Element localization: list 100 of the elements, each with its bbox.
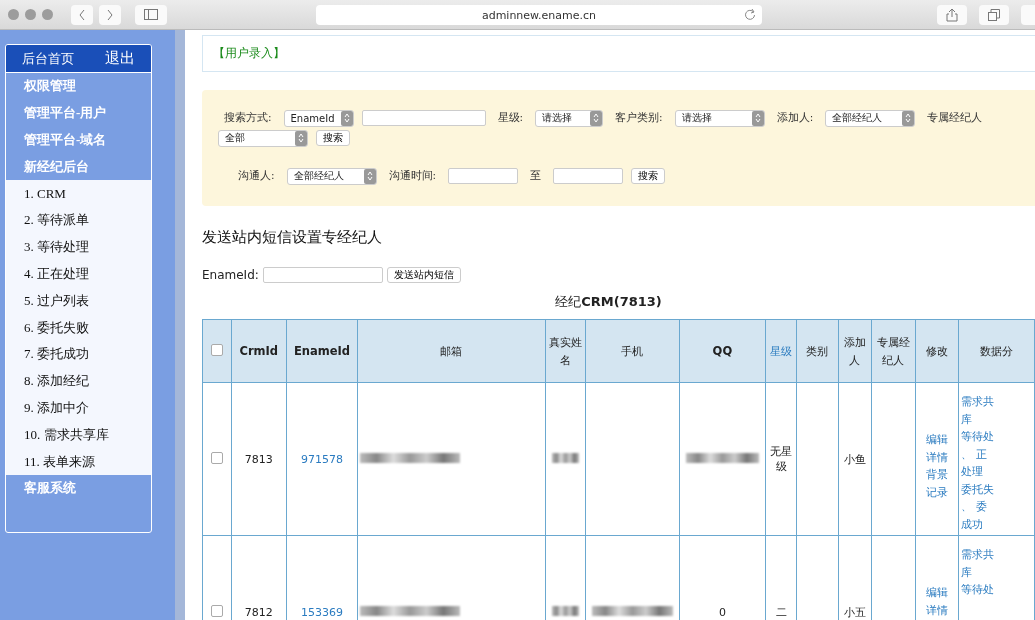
action-link[interactable]: 背景 [918, 466, 957, 484]
column-header: CrmId [239, 344, 279, 358]
column-header: 专属经纪人 [876, 336, 910, 366]
redacted-text [551, 605, 579, 616]
sidebar-item[interactable]: 3. 等待处理 [6, 233, 151, 261]
sidebar-item[interactable]: 8. 添加经纪 [6, 367, 151, 395]
updown-arrows-icon [902, 110, 915, 126]
sidebar-item[interactable]: 7. 委托成功 [6, 340, 151, 368]
row-checkbox[interactable] [210, 604, 223, 617]
sidebar-item[interactable]: 1. CRM [6, 180, 151, 207]
table-cell: 7812 [244, 605, 273, 619]
back-button[interactable] [71, 4, 93, 25]
action-link[interactable]: 处理 [961, 463, 1032, 481]
sidebar-item[interactable]: 管理平台-用户 [6, 99, 151, 127]
sidebar-item[interactable]: 管理平台-域名 [6, 126, 151, 154]
input-field[interactable] [262, 267, 383, 283]
updown-arrows-icon [295, 130, 307, 146]
column-header: 真实姓名 [548, 336, 582, 366]
field-label: 专属经纪人 [927, 111, 983, 125]
tabs-icon[interactable] [979, 5, 1009, 25]
sidebar-item[interactable]: 6. 委托失败 [6, 314, 151, 341]
action-link[interactable]: 需求共 [961, 546, 1032, 564]
updown-arrows-icon [751, 110, 764, 126]
table-cell: 小鱼 [843, 452, 866, 466]
sidebar-item[interactable]: 9. 添加中介 [6, 394, 151, 422]
close-icon[interactable] [8, 9, 19, 20]
field-label: 搜索方式: [224, 111, 272, 125]
table-cell: 无星级 [770, 445, 793, 473]
breadcrumb: 【用户录入】 [213, 45, 285, 62]
action-link[interactable]: 需求共 [961, 393, 1032, 411]
table-title: 经纪CRM(7813) [555, 294, 662, 309]
section-title: 发送站内短信设置专经纪人 [202, 228, 383, 247]
updown-arrows-icon [363, 168, 376, 184]
column-header: 添加人 [843, 336, 866, 366]
redacted-text [551, 452, 579, 463]
action-link[interactable]: 编辑 [918, 431, 957, 449]
action-link[interactable]: 详情 [918, 601, 957, 619]
search-button[interactable]: 搜索 [316, 130, 350, 146]
select-all-checkbox[interactable] [210, 344, 223, 356]
search-button[interactable]: 搜索 [631, 168, 666, 184]
dropdown[interactable]: 全部经纪人 [825, 109, 916, 127]
sidebar-item[interactable]: 新经纪后台 [6, 153, 151, 181]
row-checkbox[interactable] [210, 451, 223, 464]
action-link[interactable]: 库 [961, 563, 1032, 581]
field-label: 至 [530, 169, 542, 183]
table-cell: 0 [718, 605, 726, 619]
sidebar-item[interactable]: 10. 需求共享库 [6, 421, 151, 449]
dropdown[interactable]: 全部经纪人 [286, 167, 377, 185]
field-label: EnameId: [202, 268, 259, 282]
table-cell: 7813 [244, 452, 273, 466]
sidebar-item[interactable]: 4. 正在处理 [6, 260, 151, 288]
action-link[interactable]: 等待处 [961, 581, 1032, 599]
sidebar-toggle-icon[interactable] [135, 4, 167, 25]
sidebar-item[interactable]: 11. 表单来源 [6, 448, 151, 475]
sidebar-item[interactable]: 5. 过户列表 [6, 287, 151, 315]
input-field[interactable] [448, 168, 519, 184]
maximize-icon[interactable] [42, 9, 53, 20]
sidebar-header-link[interactable]: 退出 [105, 49, 136, 68]
address-bar[interactable]: adminnew.ename.cn [481, 8, 597, 22]
reload-icon[interactable] [744, 8, 756, 21]
input-field[interactable] [361, 110, 486, 126]
share-icon[interactable] [937, 5, 967, 25]
column-header: 修改 [926, 345, 949, 357]
column-header: QQ [712, 344, 733, 358]
field-label: 沟通人: [238, 169, 275, 183]
action-link[interactable]: 库 [961, 410, 1032, 428]
dropdown[interactable]: EnameId [283, 109, 354, 127]
updown-arrows-icon [340, 110, 353, 126]
field-label: 添加人: [776, 111, 814, 125]
column-header: 手机 [621, 345, 644, 357]
minimize-icon[interactable] [25, 9, 36, 20]
sidebar-item[interactable]: 权限管理 [6, 73, 151, 100]
action-link[interactable]: 详情 [918, 448, 957, 466]
forward-button[interactable] [99, 4, 121, 25]
updown-arrows-icon [590, 110, 603, 126]
table-cell: 小五 [843, 605, 866, 619]
action-link[interactable]: 、 委 [961, 498, 1032, 516]
action-link[interactable]: 编辑 [918, 584, 957, 602]
sidebar-item[interactable]: 客服系统 [6, 474, 151, 502]
dropdown[interactable]: 请选择 [674, 109, 765, 127]
sidebar-header-link[interactable]: 后台首页 [21, 49, 74, 68]
dropdown[interactable]: 全部 [218, 129, 308, 147]
action-link[interactable]: 等待处 [961, 428, 1032, 446]
action-link[interactable]: 记录 [918, 483, 957, 501]
enameid-link[interactable]: 153369 [301, 605, 344, 619]
dropdown[interactable]: 请选择 [535, 109, 604, 127]
sidebar-item[interactable]: 2. 等待派单 [6, 207, 151, 234]
action-link[interactable]: 成功 [961, 515, 1032, 533]
column-header: 邮箱 [440, 345, 463, 357]
send-button[interactable]: 发送站内短信 [386, 267, 461, 283]
chevron-left-icon [78, 8, 86, 21]
field-label: 沟通时间: [388, 169, 437, 183]
table-cell: 二 [775, 605, 787, 619]
column-header: 类别 [806, 345, 829, 357]
column-header: 数据分 [980, 345, 1014, 357]
input-field[interactable] [553, 168, 624, 184]
column-header[interactable]: 星级 [770, 345, 793, 357]
action-link[interactable]: 、 正 [961, 445, 1032, 463]
enameid-link[interactable]: 971578 [301, 452, 344, 466]
action-link[interactable]: 委托失 [961, 480, 1032, 498]
